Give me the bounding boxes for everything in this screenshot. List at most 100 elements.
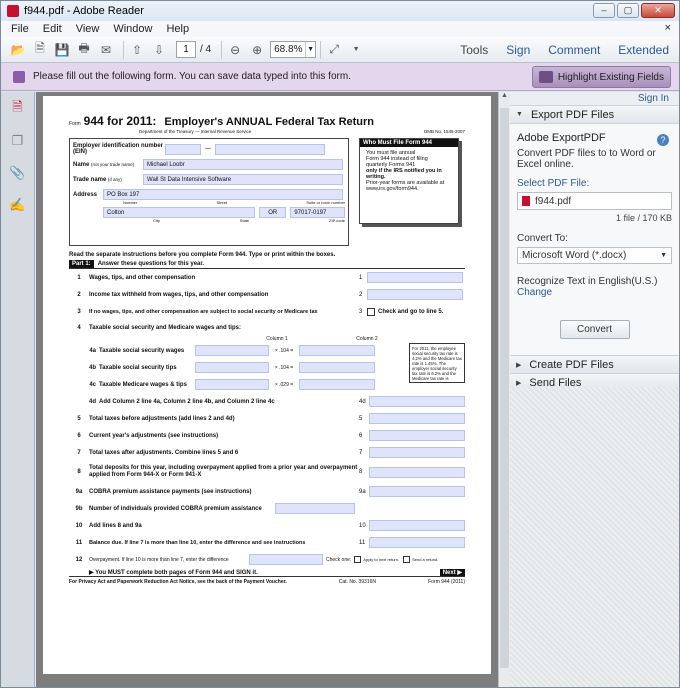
zip-input[interactable]: 97017-0197 <box>290 207 345 218</box>
toolbar-options-icon[interactable]: ▼ <box>347 41 365 59</box>
line-number: 9a <box>75 488 83 495</box>
next-page-icon[interactable]: ⇩ <box>150 41 168 59</box>
file-count: 1 file / 170 KB <box>615 213 672 223</box>
who-after: Prior-year forms are available at www.ir… <box>366 180 445 192</box>
attachments-icon[interactable]: 📎 <box>9 164 25 182</box>
maximize-button[interactable]: ▢ <box>617 3 639 18</box>
line-8-input[interactable] <box>369 466 465 478</box>
line-4a-col1[interactable] <box>195 345 269 356</box>
line-text: Balance due. If line 7 is more than line… <box>89 539 306 546</box>
pdf-file-icon[interactable]: 🗎 <box>10 99 26 118</box>
email-icon[interactable]: ✉ <box>97 41 115 59</box>
navigation-pane: 🗎 ❐ 📎 ✍ <box>1 92 35 687</box>
send-refund-checkbox[interactable] <box>403 556 411 563</box>
page-number-input[interactable]: 1 <box>176 41 196 58</box>
line-9b-input[interactable] <box>275 503 355 514</box>
open-icon[interactable]: 📂 <box>9 41 27 59</box>
state-input[interactable]: OR <box>259 207 287 218</box>
city-input[interactable]: Colton <box>103 207 256 218</box>
line-ref: 10 <box>359 522 366 529</box>
line-6-input[interactable] <box>369 430 465 441</box>
line-10-input[interactable] <box>369 520 465 531</box>
form-icon <box>13 70 25 83</box>
export-pdf-section-header[interactable]: ▼ Export PDF Files <box>510 106 679 124</box>
menu-view[interactable]: View <box>76 23 100 35</box>
line-4b-col2[interactable] <box>299 362 375 373</box>
line-number: 2 <box>77 291 81 298</box>
line-ref: 7 <box>359 449 363 456</box>
change-language-link[interactable]: Change <box>517 287 672 298</box>
save-icon[interactable]: 💾 <box>53 41 71 59</box>
scroll-up-icon[interactable]: ▲ <box>499 92 510 104</box>
address-input[interactable]: PO Box 197 <box>103 189 343 200</box>
highlight-fields-button[interactable]: Highlight Existing Fields <box>531 66 671 88</box>
recognize-text-label: Recognize Text in English(U.S.) <box>517 276 658 287</box>
minimize-button[interactable]: – <box>593 3 615 18</box>
line-3-checkbox[interactable] <box>367 307 375 316</box>
menu-window[interactable]: Window <box>113 23 152 35</box>
line-4a-col2[interactable] <box>299 345 375 356</box>
next-page-label: Next ▶ <box>439 568 465 576</box>
line-4b-col1[interactable] <box>195 362 269 373</box>
column-1-label: Column 1 <box>266 335 288 342</box>
vertical-scrollbar[interactable]: ▲ <box>498 92 510 687</box>
line-12-input[interactable] <box>249 554 323 565</box>
line-4c-col2[interactable] <box>299 379 375 390</box>
previous-page-icon[interactable]: ⇧ <box>128 41 146 59</box>
line-2-input[interactable] <box>367 289 463 300</box>
highlight-fields-label: Highlight Existing Fields <box>557 71 664 83</box>
read-instructions: Read the separate instructions before yo… <box>69 252 336 258</box>
menu-help[interactable]: Help <box>166 23 189 35</box>
address-label: Address <box>73 191 98 198</box>
ein-field[interactable] <box>215 143 325 155</box>
scroll-thumb[interactable] <box>500 108 509 668</box>
line-number: 4b <box>88 364 96 371</box>
fit-page-icon[interactable]: ⤢ <box>325 41 343 59</box>
trade-name-hint: (if any) <box>108 176 122 182</box>
convert-to-select[interactable]: Microsoft Word (*.docx) ▼ <box>517 247 672 264</box>
sign-in-link[interactable]: Sign In <box>510 92 679 106</box>
name-input[interactable]: Michael Loobr <box>143 159 343 170</box>
create-pdf-section-header[interactable]: ▶ Create PDF Files <box>510 356 679 374</box>
tools-pane-button[interactable]: Tools <box>460 43 488 57</box>
form-number-title: 944 for 2011: <box>83 114 157 128</box>
sign-pane-button[interactable]: Sign <box>506 43 530 57</box>
line-11-input[interactable] <box>369 537 465 548</box>
extended-pane-button[interactable]: Extended <box>618 43 669 57</box>
selected-file-field[interactable]: f944.pdf <box>517 192 672 210</box>
menu-file[interactable]: File <box>11 23 29 35</box>
chevron-down-icon: ▼ <box>305 42 315 57</box>
line-number: 6 <box>77 432 81 439</box>
line-5-input[interactable] <box>369 413 465 424</box>
trade-name-input[interactable]: Wall St Data Intensive Software <box>143 174 343 185</box>
menu-edit[interactable]: Edit <box>43 23 62 35</box>
document-close-button[interactable]: × <box>665 22 671 34</box>
line-number: 7 <box>77 449 81 456</box>
line-4c-col1[interactable] <box>195 379 269 390</box>
ein-field[interactable] <box>165 143 201 155</box>
zoom-select[interactable]: 68.8% ▼ <box>270 41 317 58</box>
rate-text: × .104 = <box>274 364 294 371</box>
line-7-input[interactable] <box>369 447 465 458</box>
zoom-in-icon[interactable]: ⊕ <box>248 41 266 59</box>
signatures-icon[interactable]: ✍ <box>9 196 25 214</box>
name-hint: (not your trade name) <box>91 161 135 167</box>
comment-pane-button[interactable]: Comment <box>548 43 600 57</box>
line-number: 4 <box>77 324 81 331</box>
line-4d-input[interactable] <box>369 396 465 407</box>
help-icon[interactable]: ? <box>657 134 669 146</box>
line-1-input[interactable] <box>367 272 463 283</box>
omb-number: OMB No. 1545-2007 <box>423 129 465 134</box>
line-text: Number of individuals provided COBRA pre… <box>89 505 262 512</box>
window-title: f944.pdf - Adobe Reader <box>24 5 144 17</box>
close-button[interactable]: ✕ <box>641 3 675 18</box>
apply-next-checkbox[interactable] <box>354 556 362 563</box>
line-9a-input[interactable] <box>369 486 465 497</box>
pages-icon[interactable]: ❐ <box>10 132 26 150</box>
print-icon[interactable]: 🖶 <box>75 41 93 59</box>
zoom-out-icon[interactable]: ⊖ <box>226 41 244 59</box>
line-number: 3 <box>77 308 81 315</box>
create-pdf-icon[interactable]: 🗎 <box>31 41 49 59</box>
convert-to-label: Convert To: <box>517 233 568 244</box>
convert-button[interactable]: Convert <box>559 320 630 339</box>
